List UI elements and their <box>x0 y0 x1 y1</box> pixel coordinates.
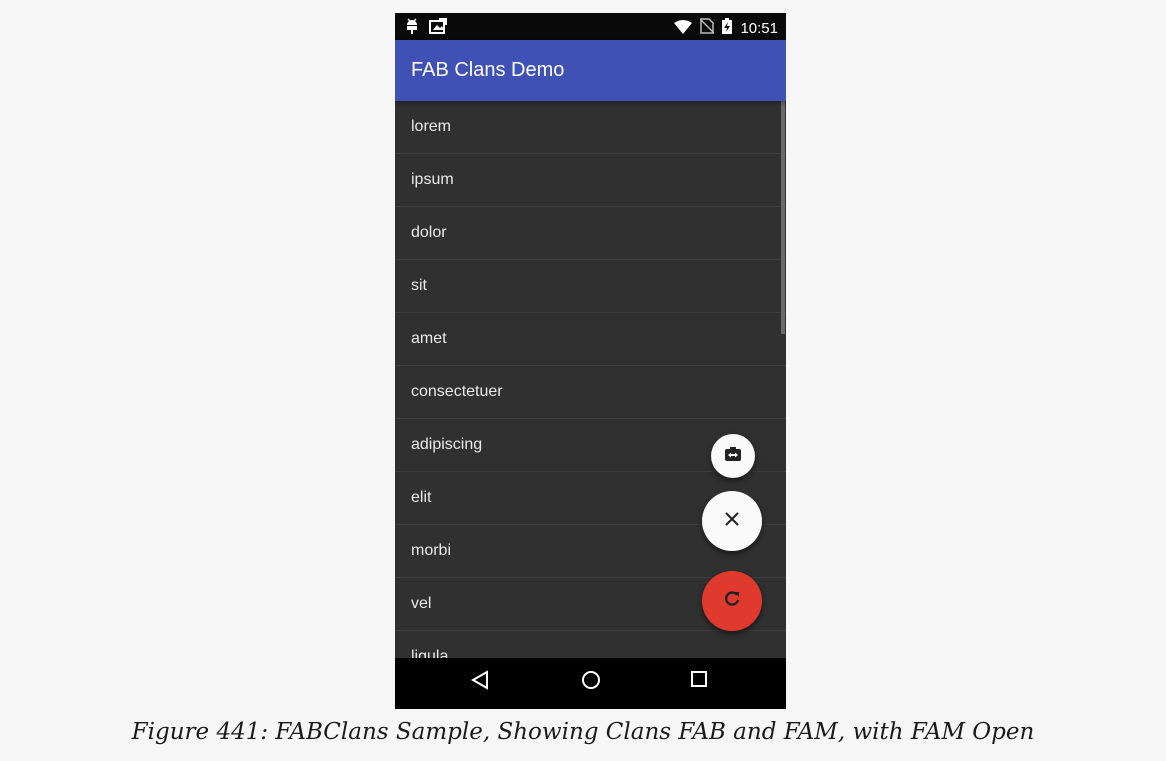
list-item-label: sit <box>411 277 427 294</box>
list-item-label: amet <box>411 330 447 347</box>
list-item-label: vel <box>411 595 432 612</box>
list-item[interactable]: ipsum <box>395 154 786 207</box>
list-item[interactable]: amet <box>395 313 786 366</box>
list-item-label: morbi <box>411 542 452 559</box>
list-item-label: adipiscing <box>411 436 483 453</box>
wifi-icon <box>674 19 693 38</box>
list-item-label: consectetuer <box>411 383 503 400</box>
list-item[interactable]: consectetuer <box>395 366 786 419</box>
home-icon[interactable] <box>581 670 601 694</box>
list-item[interactable]: sit <box>395 260 786 313</box>
close-icon <box>724 511 740 531</box>
list-item-label: elit <box>411 489 432 506</box>
list-item-label: ligula <box>411 648 449 658</box>
recents-icon[interactable] <box>690 670 708 692</box>
list-item-label: lorem <box>411 118 452 135</box>
refresh-icon <box>722 589 742 613</box>
battery-charging-icon <box>722 18 733 38</box>
list-item[interactable]: lorem <box>395 101 786 154</box>
app-bar: FAB Clans Demo <box>395 40 786 101</box>
android-debug-icon <box>405 18 419 38</box>
close-menu-fab[interactable] <box>702 491 762 551</box>
status-bar: 10:51 <box>395 13 786 40</box>
list-item[interactable]: ligula <box>395 631 786 658</box>
scrollbar-thumb[interactable] <box>781 101 785 334</box>
list-item-label: dolor <box>411 224 447 241</box>
refresh-fab[interactable] <box>702 571 762 631</box>
app-title: FAB Clans Demo <box>411 59 565 81</box>
list-item-label: ipsum <box>411 171 454 188</box>
back-icon[interactable] <box>470 670 489 694</box>
no-sim-icon <box>699 18 715 38</box>
list-item[interactable]: dolor <box>395 207 786 260</box>
figure-caption: Figure 441: FABClans Sample, Showing Cla… <box>131 719 1035 745</box>
switch-camera-mini-fab[interactable] <box>711 434 755 478</box>
navigation-bar <box>395 658 786 709</box>
phone-screen: 10:51 FAB Clans Demo lorem ipsum dolor s… <box>395 13 786 709</box>
switch-camera-icon <box>724 446 742 466</box>
status-time: 10:51 <box>740 19 778 37</box>
screenshot-icon <box>429 18 447 38</box>
